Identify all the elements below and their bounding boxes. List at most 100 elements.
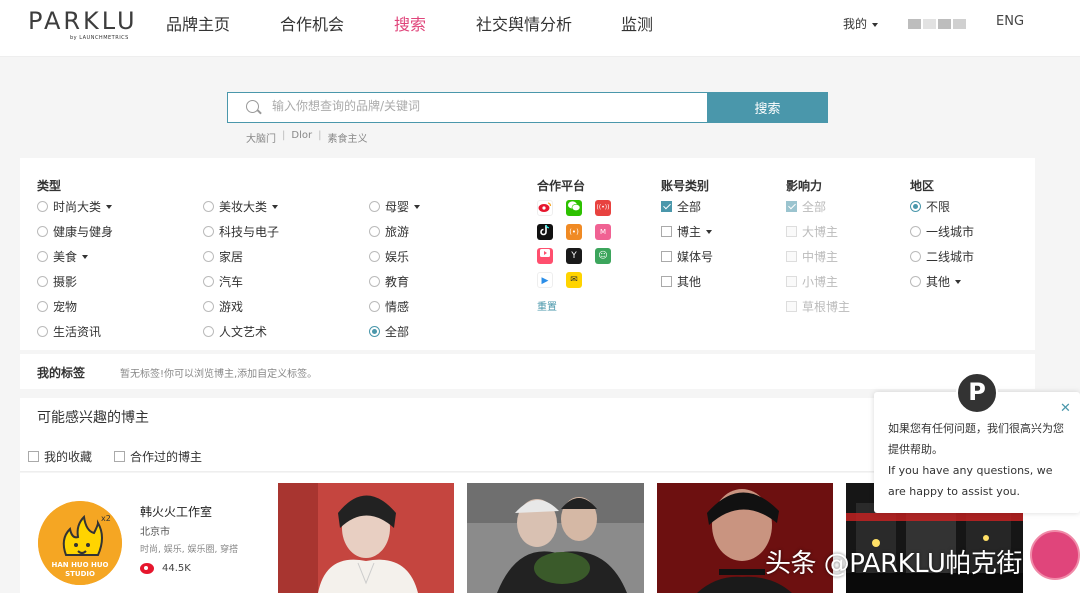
checkbox-icon (786, 276, 797, 287)
user-name-redacted[interactable] (908, 19, 966, 29)
radio-icon (37, 326, 48, 337)
type-option[interactable]: 宠物 (37, 298, 77, 315)
type-option[interactable]: 情感 (369, 298, 409, 315)
nav-cooperation[interactable]: 合作机会 (280, 11, 344, 35)
mail-icon[interactable]: ✉ (566, 272, 582, 288)
influence-option[interactable]: 小博主 (786, 273, 838, 290)
account-option-all[interactable]: 全部 (661, 198, 701, 215)
influence-option-all[interactable]: 全部 (786, 198, 826, 215)
type-option[interactable]: 健康与健身 (37, 223, 113, 240)
radio-icon (369, 276, 380, 287)
type-option[interactable]: 旅游 (369, 223, 409, 240)
zhihu-icon[interactable]: Y (566, 248, 582, 264)
divider: | (282, 130, 286, 141)
meipai-icon[interactable]: M (595, 224, 611, 240)
my-account-label: 我的 (843, 17, 868, 31)
chat-launcher-button[interactable] (1030, 530, 1080, 580)
type-option[interactable]: 母婴 (369, 198, 421, 215)
wechat-icon[interactable] (566, 200, 582, 216)
type-option[interactable]: 家居 (203, 248, 243, 265)
region-option[interactable]: 二线城市 (910, 248, 974, 265)
account-option[interactable]: 博主 (661, 223, 713, 240)
type-option[interactable]: 汽车 (203, 273, 243, 290)
kol-name[interactable]: 韩火火工作室 (140, 503, 212, 520)
ximalaya-icon[interactable]: ((•)) (595, 200, 611, 216)
influence-option[interactable]: 中博主 (786, 248, 838, 265)
cooperated-kols-checkbox[interactable]: 合作过的博主 (114, 448, 202, 465)
influence-option[interactable]: 大博主 (786, 223, 838, 240)
type-option[interactable]: 生活资讯 (37, 323, 101, 340)
kol-post-image[interactable] (467, 483, 644, 593)
type-option[interactable]: 美食 (37, 248, 89, 265)
radio-icon (37, 276, 48, 287)
radio-icon (203, 226, 214, 237)
checkbox-icon (786, 251, 797, 262)
douyin-icon[interactable] (537, 224, 553, 240)
my-tags-empty-hint: 暂无标签!你可以浏览博主,添加自定义标签。 (120, 369, 318, 380)
radio-selected-icon (369, 326, 380, 337)
close-icon[interactable]: ✕ (1060, 401, 1071, 416)
chevron-down-icon (272, 204, 279, 209)
type-option[interactable]: 人文艺术 (203, 323, 267, 340)
my-favorites-checkbox[interactable]: 我的收藏 (28, 448, 92, 465)
nav-social-analysis[interactable]: 社交舆情分析 (476, 11, 572, 35)
type-option[interactable]: 时尚大类 (37, 198, 113, 215)
hot-keyword[interactable]: 大脑门 (246, 130, 276, 145)
nav-monitor[interactable]: 监测 (621, 11, 653, 35)
video-icon[interactable] (537, 248, 553, 264)
my-tags-panel: 我的标签 暂无标签!你可以浏览博主,添加自定义标签。 (20, 354, 1035, 389)
type-option-all[interactable]: 全部 (369, 323, 409, 340)
influence-option[interactable]: 草根博主 (786, 298, 850, 315)
parklu-logo[interactable]: PARKLU by LAUNCHMETRICS (28, 8, 138, 41)
chevron-down-icon (82, 254, 89, 259)
region-option[interactable]: 一线城市 (910, 223, 974, 240)
kuaishou-icon[interactable]: (•) (566, 224, 582, 240)
hot-keywords: 大脑门 | Dlor | 素食主义 (246, 130, 367, 145)
nav-search[interactable]: 搜索 (394, 11, 426, 35)
chevron-down-icon (414, 204, 421, 209)
avatar-text: HAN HUO HUO (52, 561, 109, 569)
recommended-kols-title: 可能感兴趣的博主 (37, 410, 149, 426)
search-icon (246, 100, 259, 113)
checkbox-icon (661, 276, 672, 287)
my-account-menu[interactable]: 我的 (843, 15, 879, 32)
type-option[interactable]: 娱乐 (369, 248, 409, 265)
account-filter-title: 账号类别 (661, 179, 710, 193)
radio-icon (37, 201, 48, 212)
radio-icon (203, 251, 214, 262)
type-option[interactable]: 游戏 (203, 298, 243, 315)
region-filter-title: 地区 (910, 179, 935, 193)
type-option[interactable]: 美妆大类 (203, 198, 279, 215)
platform-reset-link[interactable]: 重置 (537, 298, 557, 313)
kol-followers: 44.5K (140, 563, 191, 574)
search-input[interactable] (272, 99, 692, 113)
account-option[interactable]: 其他 (661, 273, 701, 290)
kol-post-image[interactable] (278, 483, 454, 593)
avatar-mark: x2 (101, 514, 111, 523)
type-option[interactable]: 科技与电子 (203, 223, 279, 240)
radio-icon (910, 251, 921, 262)
dianping-icon[interactable]: ☺ (595, 248, 611, 264)
support-avatar: P (956, 372, 998, 414)
account-option[interactable]: 媒体号 (661, 248, 713, 265)
checkbox-icon (786, 301, 797, 312)
weibo-icon[interactable] (537, 200, 553, 216)
type-option[interactable]: 摄影 (37, 273, 77, 290)
region-option-unlimited[interactable]: 不限 (910, 198, 950, 215)
youku-icon[interactable]: ▶ (537, 272, 553, 288)
top-navigation-bar: PARKLU by LAUNCHMETRICS 品牌主页 合作机会 搜索 社交舆… (0, 0, 1080, 57)
checkbox-icon (786, 226, 797, 237)
language-switch[interactable]: ENG (996, 14, 1024, 29)
checkbox-icon (661, 251, 672, 262)
radio-icon (910, 276, 921, 287)
search-button[interactable]: 搜索 (707, 92, 828, 123)
search-field[interactable] (227, 92, 707, 123)
chevron-down-icon (106, 204, 113, 209)
kol-avatar[interactable]: x2 HAN HUO HUO STUDIO (38, 501, 122, 585)
hot-keyword[interactable]: Dlor (291, 130, 312, 145)
platform-filter-title: 合作平台 (537, 179, 586, 193)
region-option[interactable]: 其他 (910, 273, 962, 290)
hot-keyword[interactable]: 素食主义 (327, 130, 367, 145)
type-option[interactable]: 教育 (369, 273, 409, 290)
nav-brand-home[interactable]: 品牌主页 (166, 11, 230, 35)
